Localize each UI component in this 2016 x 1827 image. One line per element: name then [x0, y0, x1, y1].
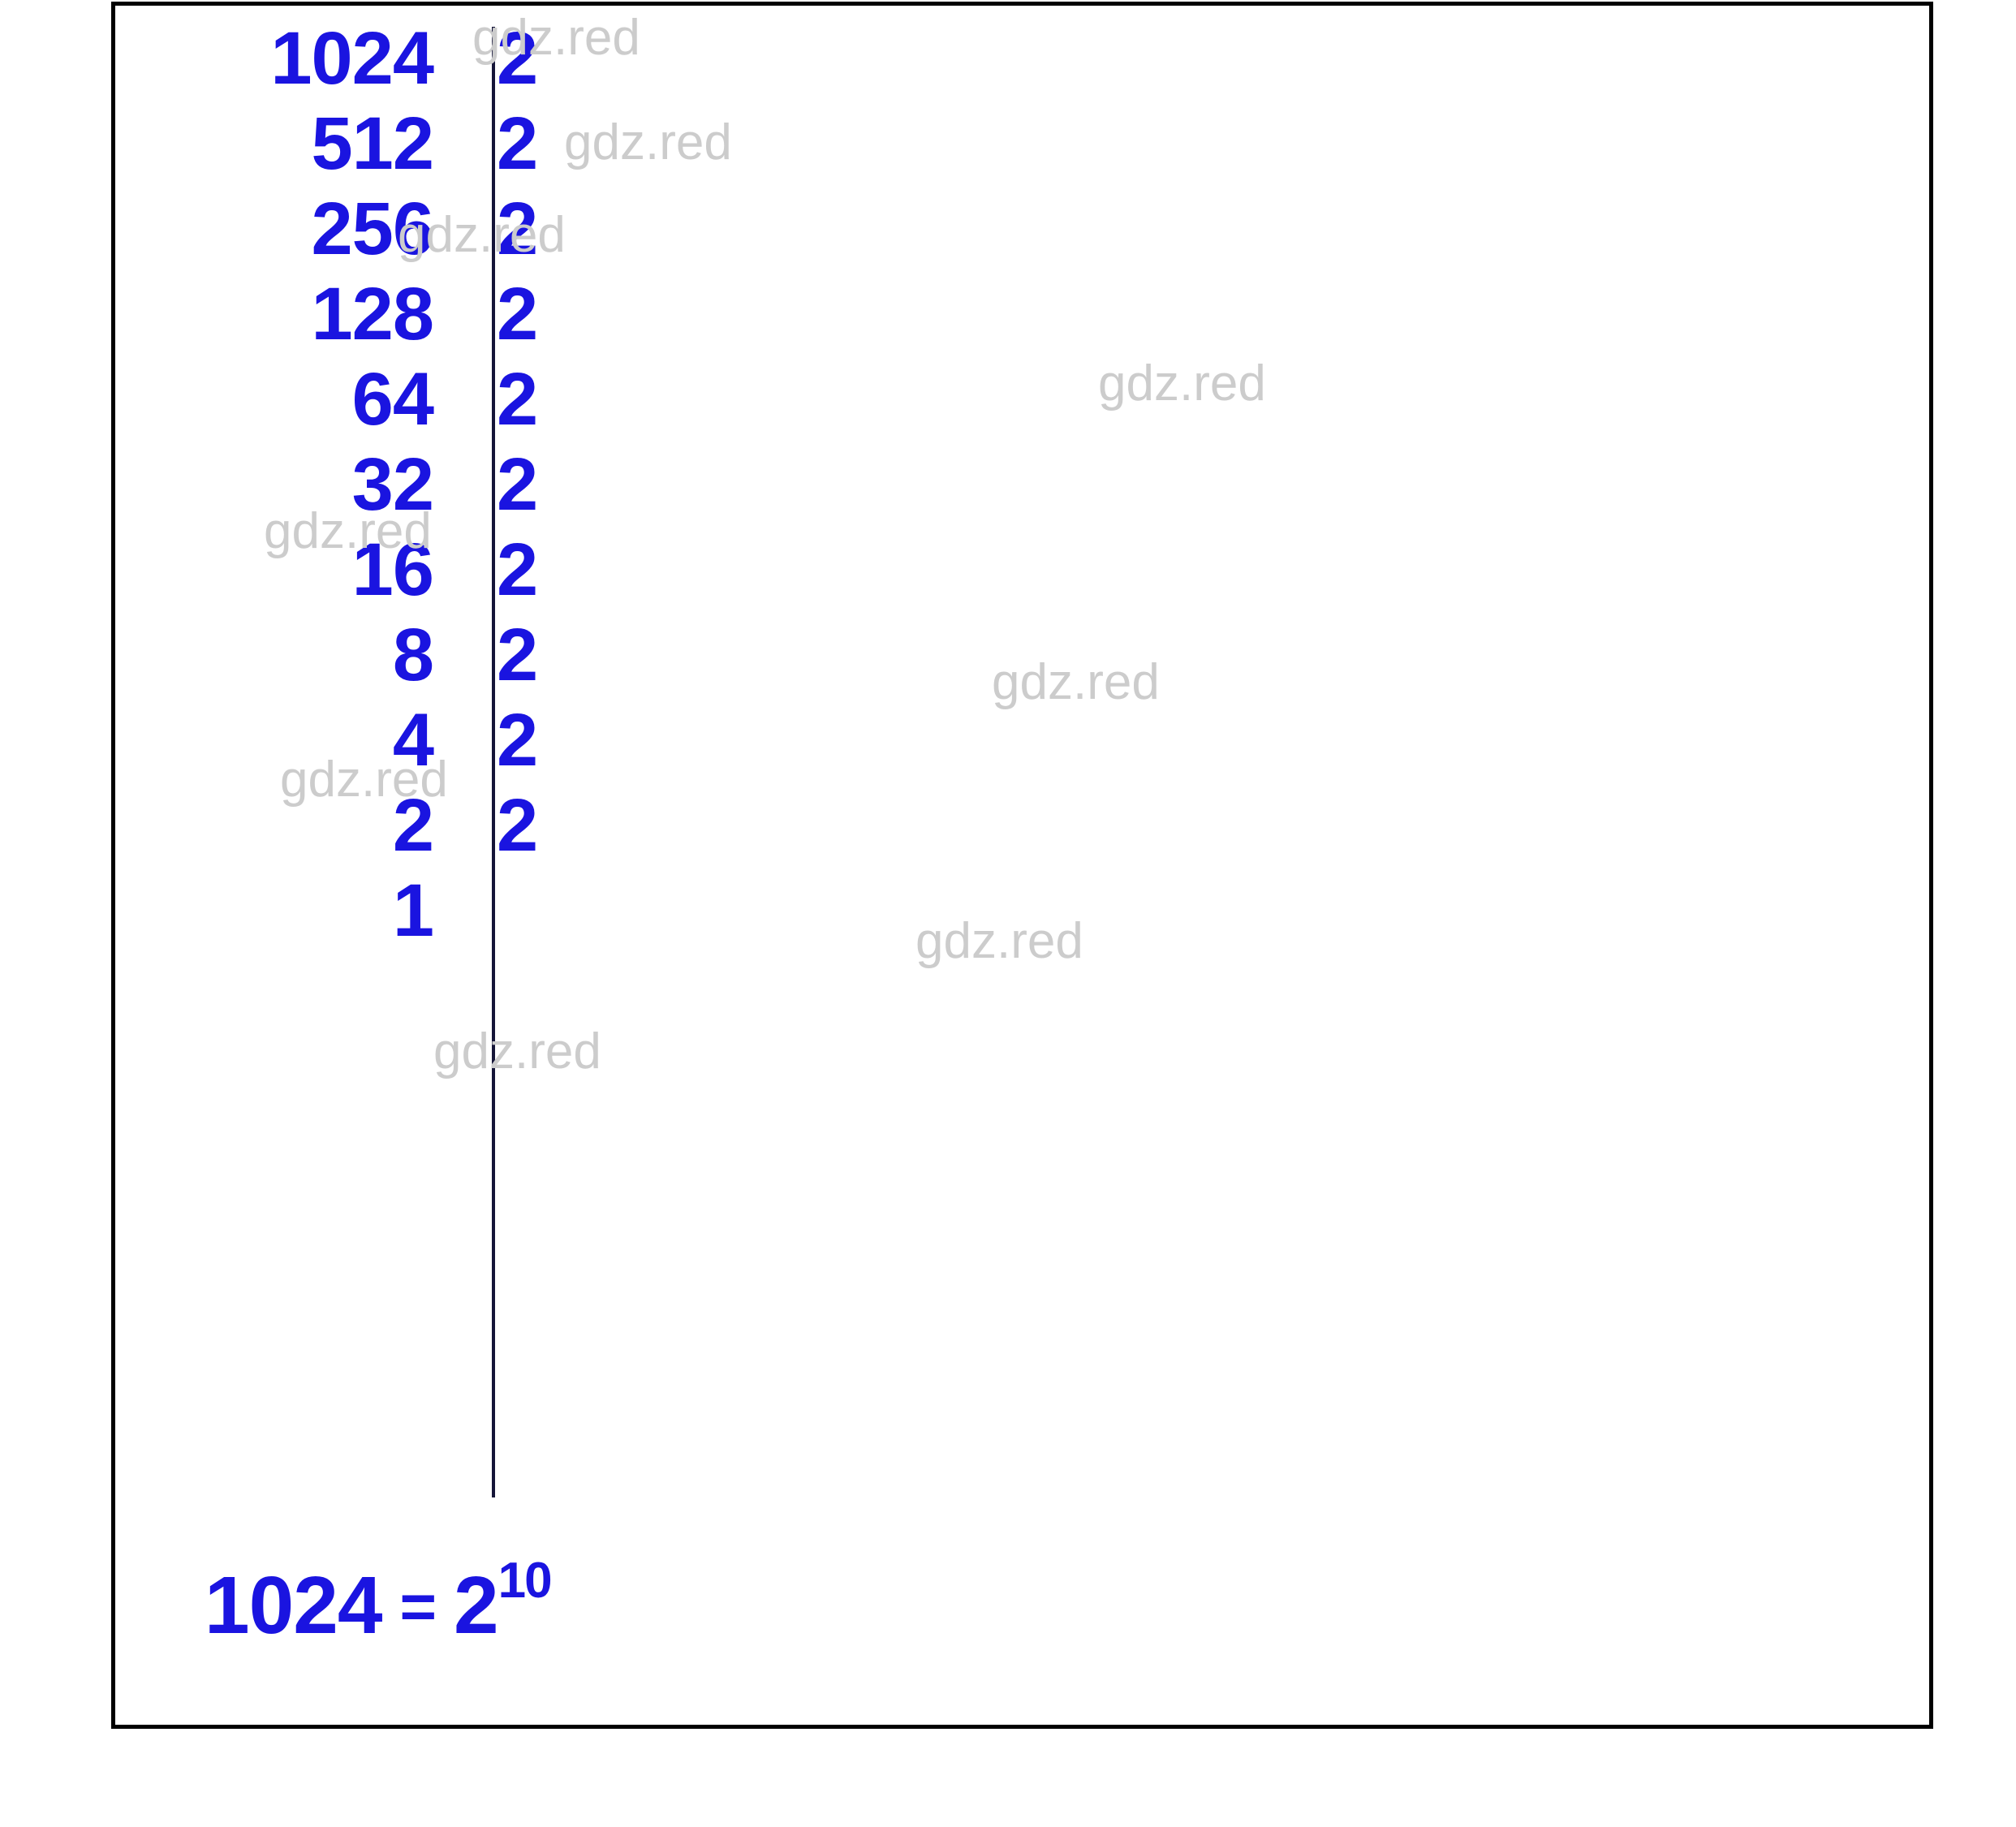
- worksheet-frame: 1024 2 512 2 256 2 128 2 64 2 32 2 16 2: [111, 2, 1933, 1729]
- watermark-gdz-red: gdz.red: [264, 503, 432, 559]
- divisor-value: 2: [497, 272, 539, 355]
- dividend-value: 1024: [270, 16, 434, 100]
- divisor-value: 2: [497, 528, 539, 611]
- equals-sign: =: [399, 1571, 437, 1642]
- divisor-value: 2: [497, 613, 539, 696]
- ladder-row: 512 2: [115, 101, 635, 186]
- result-power-base: 2: [454, 1560, 499, 1651]
- divisor-value: 2: [497, 783, 539, 867]
- watermark-gdz-red: gdz.red: [992, 654, 1160, 710]
- dividend-value: 128: [311, 272, 435, 355]
- ladder-row: 8 2: [115, 612, 635, 697]
- result-exponent: 10: [498, 1553, 553, 1609]
- watermark-gdz-red: gdz.red: [1098, 355, 1266, 412]
- ladder-row: 128 2: [115, 271, 635, 356]
- watermark-gdz-red: gdz.red: [472, 10, 640, 66]
- ladder-row: 64 2: [115, 356, 635, 442]
- prime-factorization-ladder: 1024 2 512 2 256 2 128 2 64 2 32 2 16 2: [115, 6, 1929, 1725]
- watermark-gdz-red: gdz.red: [433, 1023, 601, 1079]
- result-base-number: 1024: [205, 1560, 382, 1651]
- dividend-value: 512: [311, 101, 435, 185]
- dividend-value: 1: [392, 868, 434, 952]
- watermark-gdz-red: gdz.red: [398, 207, 566, 263]
- result-equation: 1024 = 210: [115, 1553, 553, 1647]
- divisor-value: 2: [497, 357, 539, 441]
- watermark-gdz-red: gdz.red: [564, 114, 732, 170]
- watermark-gdz-red: gdz.red: [915, 913, 1083, 969]
- dividend-value: 64: [351, 357, 434, 441]
- divisor-value: 2: [497, 698, 539, 782]
- divisor-value: 2: [497, 442, 539, 526]
- watermark-gdz-red: gdz.red: [280, 752, 448, 808]
- ladder-row: 1: [115, 868, 635, 953]
- dividend-value: 8: [392, 613, 434, 696]
